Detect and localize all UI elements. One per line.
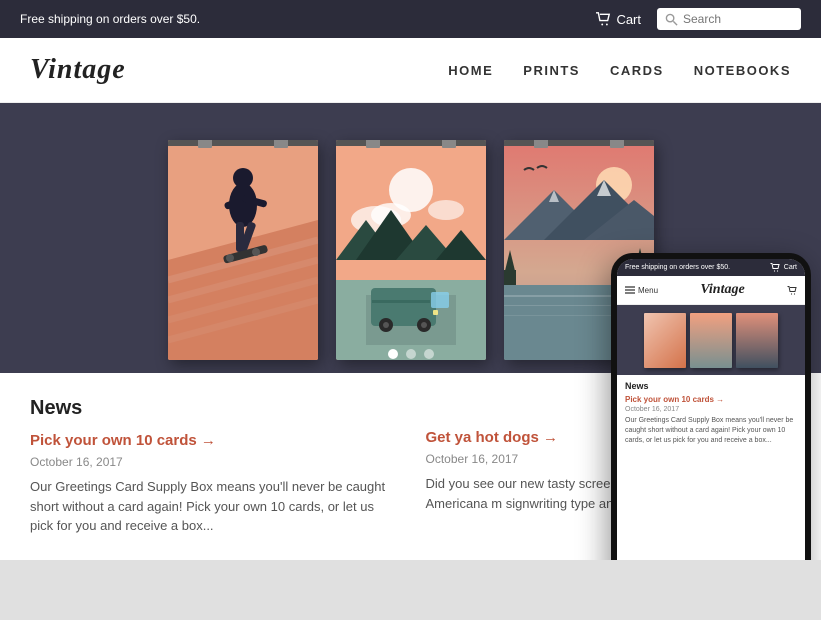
dot-3[interactable]: [424, 349, 434, 359]
main-nav: HOME PRINTS CARDS NOTEBOOKS: [448, 63, 791, 78]
mobile-nav-cart-icon: [787, 286, 797, 295]
cart-icon: [595, 12, 611, 26]
clip-left-3: [534, 140, 548, 148]
mobile-menu-label: Menu: [638, 286, 658, 295]
mobile-poster-3: [736, 313, 778, 368]
news-section-1: News Pick your own 10 cards → October 16…: [30, 397, 396, 536]
mobile-poster-2: [690, 313, 732, 368]
mobile-menu-btn[interactable]: Menu: [625, 286, 658, 295]
mobile-topbar-text: Free shipping on orders over $50.: [625, 264, 730, 271]
mobile-news-heading: News: [625, 381, 797, 391]
dot-2[interactable]: [406, 349, 416, 359]
cart-link[interactable]: Cart: [595, 12, 641, 27]
mobile-cart-area: Cart: [770, 263, 797, 272]
dot-indicators: [388, 349, 434, 359]
clip-right-2: [442, 140, 456, 148]
mobile-screen: Free shipping on orders over $50. Cart: [617, 259, 805, 560]
poster-2: [336, 140, 486, 360]
poster-1: [168, 140, 318, 360]
mobile-news-date: October 16, 2017: [625, 406, 797, 413]
search-icon: [665, 13, 678, 26]
mobile-logo: Vintage: [700, 282, 744, 298]
mobile-content: News Pick your own 10 cards → October 16…: [617, 375, 805, 560]
mobile-cart-icon: [770, 263, 780, 272]
page-wrapper: News Pick your own 10 cards → October 16…: [0, 103, 821, 560]
mobile-topbar: Free shipping on orders over $50. Cart: [617, 259, 805, 276]
nav-home[interactable]: HOME: [448, 63, 493, 78]
news-date-1: October 16, 2017: [30, 455, 396, 469]
poster-1-art: [168, 140, 318, 360]
hero-images: [168, 116, 654, 360]
mobile-hero: [617, 305, 805, 375]
poster-2-art: [336, 140, 486, 360]
mobile-nav: Menu Vintage: [617, 276, 805, 305]
site-logo[interactable]: Vintage: [30, 54, 126, 86]
clip-left-2: [366, 140, 380, 148]
search-box[interactable]: [657, 8, 801, 30]
clip-right-1: [274, 140, 288, 148]
announcement-right: Cart: [595, 8, 801, 30]
dot-1[interactable]: [388, 349, 398, 359]
news-link-1[interactable]: Pick your own 10 cards →: [30, 432, 396, 449]
content-area: News Pick your own 10 cards → October 16…: [0, 373, 821, 560]
news-text-1: Our Greetings Card Supply Box means you'…: [30, 477, 396, 536]
main-header: Vintage HOME PRINTS CARDS NOTEBOOKS: [0, 38, 821, 103]
news-heading: News: [30, 397, 396, 420]
clip-right-3: [610, 140, 624, 148]
search-input[interactable]: [683, 12, 793, 26]
mobile-poster-1: [644, 313, 686, 368]
announcement-text: Free shipping on orders over $50.: [20, 12, 200, 26]
mobile-news-text: Our Greetings Card Supply Box means you'…: [625, 416, 797, 445]
hamburger-icon: [625, 286, 635, 294]
announcement-bar: Free shipping on orders over $50. Cart: [0, 0, 821, 38]
cart-label: Cart: [616, 12, 641, 27]
mobile-cart-label: Cart: [784, 264, 797, 271]
mobile-device: Free shipping on orders over $50. Cart: [611, 253, 811, 560]
clip-left-1: [198, 140, 212, 148]
nav-cards[interactable]: CARDS: [610, 63, 664, 78]
nav-prints[interactable]: PRINTS: [523, 63, 580, 78]
nav-notebooks[interactable]: NOTEBOOKS: [694, 63, 791, 78]
mobile-news-link[interactable]: Pick your own 10 cards →: [625, 395, 797, 404]
